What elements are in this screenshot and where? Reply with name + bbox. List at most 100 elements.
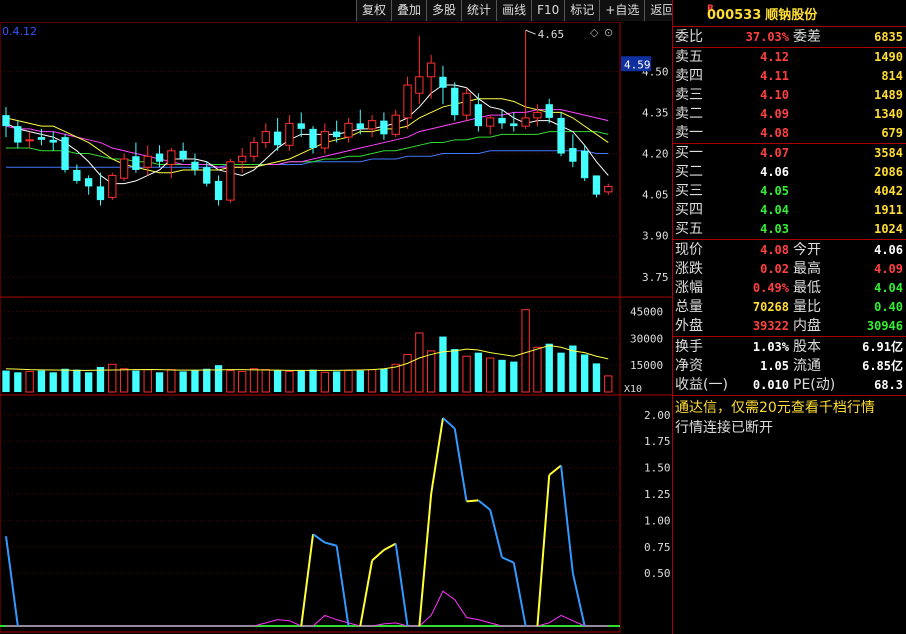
- buy-row[interactable]: 买三 4.05 4042: [673, 182, 906, 201]
- finance-row[interactable]: 收益(一) 0.010 PE(动) 68.3: [673, 376, 906, 395]
- sell-price: 4.09: [760, 107, 789, 121]
- volume-bar: [226, 370, 235, 393]
- indicator-main-segment: [383, 542, 397, 551]
- high-marker-line: [525, 29, 536, 35]
- candle-body: [545, 104, 553, 118]
- candle-body: [451, 87, 459, 116]
- volume-bar: [486, 357, 495, 393]
- candle-body: [380, 120, 388, 135]
- ratio-label: 委比: [675, 29, 703, 45]
- toolbar-button-6[interactable]: 标记: [564, 0, 600, 21]
- buy-row[interactable]: 买一 4.07 3584: [673, 144, 906, 163]
- volume-bar: [533, 346, 542, 393]
- candle-body: [439, 76, 447, 88]
- quote-label: 最高: [793, 261, 821, 277]
- sell-label: 卖二: [675, 106, 703, 122]
- volume-bar: [85, 372, 93, 392]
- chart-toolbar: 复权 叠加 多股 统计 画线 F10 标记 +自选 返回: [356, 0, 680, 22]
- candle-body: [226, 161, 235, 201]
- finance-label: 收益(一): [675, 377, 728, 393]
- volume-bar: [309, 369, 317, 392]
- notice-upgrade[interactable]: 通达信，仅需20元查看千档行情: [675, 397, 875, 417]
- quote-row[interactable]: 涨跌 0.02 最高 4.09: [673, 260, 906, 279]
- volume-bar: [2, 370, 10, 392]
- volume-bar: [132, 370, 140, 392]
- buy-row[interactable]: 买五 4.03 1024: [673, 220, 906, 239]
- indicator-tick-label: 1.25: [644, 488, 671, 501]
- volume-bar: [285, 370, 294, 393]
- sell-volume: 814: [881, 69, 903, 83]
- finance-row[interactable]: 净资 1.05 流通 6.85亿: [673, 357, 906, 376]
- buy-label: 买四: [675, 202, 703, 218]
- volume-bar: [391, 363, 400, 393]
- divider: [673, 395, 906, 396]
- volume-bar: [167, 369, 176, 393]
- order-ratio-row[interactable]: 委比 37.03% 委差 6835: [673, 28, 906, 47]
- sell-label: 卖五: [675, 49, 703, 65]
- toolbar-button-2[interactable]: 多股: [426, 0, 462, 21]
- candle-body: [510, 123, 518, 127]
- toolbar-button-1[interactable]: 叠加: [391, 0, 427, 21]
- indicator-tick-label: 1.00: [644, 514, 671, 527]
- quote-row[interactable]: 现价 4.08 今开 4.06: [673, 241, 906, 260]
- sell-row[interactable]: 卖三 4.10 1489: [673, 86, 906, 105]
- buy-volume: 1911: [874, 203, 903, 217]
- volume-bar: [415, 332, 424, 393]
- kline-chart[interactable]: 4.504.354.204.053.903.750.4.124.59◇ ⊙4.65…: [0, 22, 672, 634]
- volume-bar: [510, 361, 518, 392]
- quote-label: 最低: [793, 280, 821, 296]
- toolbar-button-4[interactable]: 画线: [496, 0, 532, 21]
- quote-row[interactable]: 涨幅 0.49% 最低 4.04: [673, 279, 906, 298]
- toolbar-button-0[interactable]: 复权: [356, 0, 392, 21]
- indicator-main-segment: [477, 499, 491, 511]
- finance-value: 1.03%: [752, 340, 789, 354]
- price-tick-label: 4.20: [642, 148, 669, 161]
- indicator-main-segment: [560, 465, 574, 574]
- quote-row[interactable]: 外盘 39322 内盘 30946: [673, 317, 906, 336]
- indicator-main-segment: [312, 533, 326, 544]
- buy-row[interactable]: 买二 4.06 2086: [673, 163, 906, 182]
- volume-bar: [521, 309, 530, 393]
- sell-row[interactable]: 卖四 4.11 814: [673, 67, 906, 86]
- candle-body: [261, 131, 270, 144]
- sell-row[interactable]: 卖一 4.08 679: [673, 124, 906, 143]
- candle-body: [143, 155, 152, 168]
- settings-icon: ⊙: [604, 26, 613, 39]
- quote-label: 量比: [793, 299, 821, 315]
- candle-body: [557, 117, 565, 154]
- quote-value: 4.06: [874, 243, 903, 257]
- candle-body: [344, 122, 353, 138]
- divider: [673, 239, 906, 240]
- volume-bar: [356, 370, 364, 392]
- candle-body: [14, 126, 22, 143]
- buy-price: 4.07: [760, 146, 789, 160]
- finance-row[interactable]: 换手 1.03% 股本 6.91亿: [673, 338, 906, 357]
- candle-body: [604, 185, 613, 193]
- toolbar-button-5[interactable]: F10: [531, 0, 565, 21]
- candle-body: [592, 175, 601, 195]
- price-tick-label: 4.05: [642, 189, 669, 202]
- volume-tick-label: 45000: [630, 306, 663, 319]
- candle-body: [108, 174, 117, 198]
- quote-row[interactable]: 总量 70268 量比 0.40: [673, 298, 906, 317]
- buy-volume: 3584: [874, 146, 903, 160]
- indicator-main-segment: [442, 417, 456, 430]
- finance-value: 6.91亿: [862, 340, 903, 354]
- buy-price: 4.03: [760, 222, 789, 236]
- candle-body: [96, 186, 105, 201]
- toolbar-button-3[interactable]: 统计: [461, 0, 497, 21]
- sell-row[interactable]: 卖二 4.09 1340: [673, 105, 906, 124]
- volume-bar: [439, 336, 447, 392]
- sell-row[interactable]: 卖五 4.12 1490: [673, 48, 906, 67]
- toolbar-button-7[interactable]: +自选: [599, 0, 645, 21]
- candle-body: [25, 139, 34, 142]
- indicator-main-segment: [300, 534, 315, 627]
- indicator-main-segment: [548, 464, 562, 476]
- kline-chart-area[interactable]: 4.50 4.35 4.20 4.05 3.90 3.75 0.4.12 4.59 ◇ ⊙ 4.65…: [0, 22, 672, 634]
- buy-label: 买二: [675, 164, 703, 180]
- volume-bar: [380, 368, 388, 392]
- candle-body: [333, 131, 341, 138]
- candle-body: [155, 153, 164, 162]
- buy-row[interactable]: 买四 4.04 1911: [673, 201, 906, 220]
- sell-label: 卖一: [675, 125, 703, 141]
